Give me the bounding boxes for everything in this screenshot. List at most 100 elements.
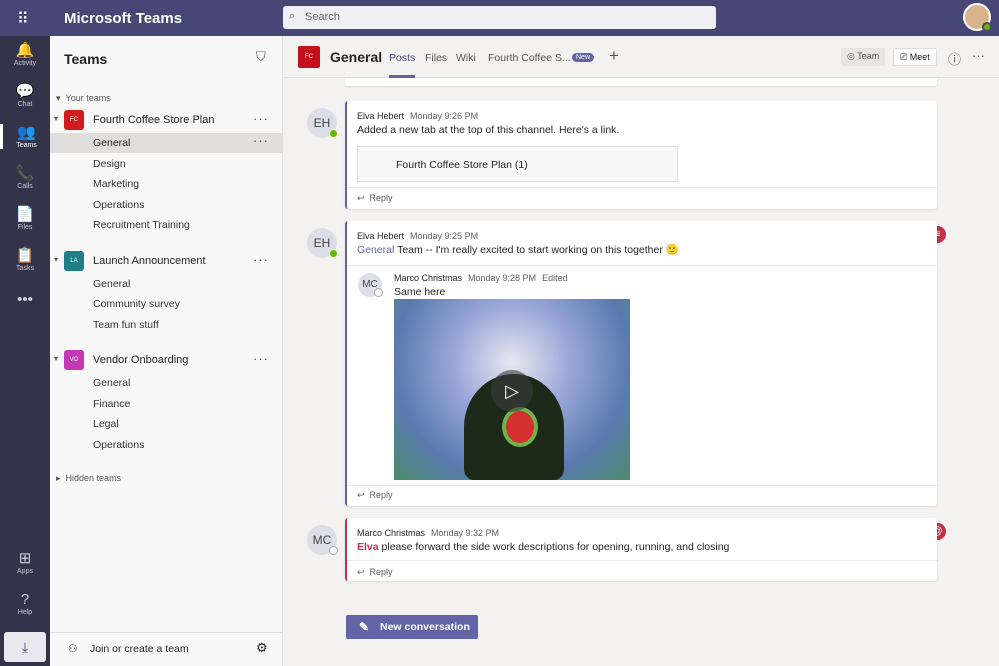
channel-name: Team fun stuff [93, 318, 159, 331]
reply-label: Reply [369, 567, 393, 577]
rail-item-more[interactable]: ••• [0, 291, 50, 309]
rail-item-files[interactable]: 📄 Files [0, 206, 50, 231]
channel-mention[interactable]: General [357, 244, 394, 256]
add-tab-icon[interactable]: + [609, 46, 619, 66]
status-icon [374, 288, 383, 297]
tab-link-card[interactable]: Fourth Coffee Store Plan (1) [357, 146, 678, 182]
channel-item[interactable]: Marketing [50, 174, 283, 194]
team-name: Launch Announcement [93, 254, 206, 267]
chevron-down-icon[interactable]: ▾ [54, 354, 58, 363]
post: Elva Hebert Monday 9:25 PM General Team -… [345, 221, 937, 506]
status-icon [329, 249, 338, 258]
team-avatar: VO [64, 350, 84, 370]
gif-video[interactable]: ▷ [394, 299, 630, 480]
more-options-icon[interactable]: ··· [253, 252, 269, 267]
channel-item[interactable]: Operations [50, 435, 283, 455]
message-text: Elva please forward the side work descri… [357, 541, 729, 553]
channel-name: General [93, 137, 131, 149]
rail-label: Chat [17, 101, 33, 108]
new-conversation-button[interactable]: ✎ New conversation [346, 615, 478, 639]
reply-button[interactable]: ↩ Reply [357, 490, 393, 501]
channel-name: General [93, 377, 131, 389]
chevron-down-icon[interactable]: ▾ [54, 114, 58, 123]
tab-files[interactable]: Files [425, 52, 447, 64]
channel-item[interactable]: Recruitment Training [50, 215, 283, 235]
meet-button[interactable]: ⎚ Meet [893, 48, 937, 66]
channel-item[interactable]: Design [50, 154, 283, 174]
team-item[interactable]: ▾ LA Launch Announcement ··· [50, 250, 283, 274]
more-options-icon[interactable]: ··· [253, 111, 269, 126]
filter-icon[interactable]: ⛉ [256, 49, 266, 65]
channel-item[interactable]: Finance [50, 394, 283, 414]
more-options-icon[interactable]: ··· [972, 48, 985, 63]
tasks-icon: 📋 [15, 247, 35, 264]
divider [347, 485, 937, 486]
more-options-icon[interactable]: ··· [253, 351, 269, 366]
rail-item-calls[interactable]: 📞 Calls [0, 165, 50, 190]
new-badge: New [572, 53, 595, 62]
channel-item[interactable]: General ··· [50, 133, 283, 153]
download-icon[interactable]: ⤓ [4, 632, 46, 662]
channel-item[interactable]: Team fun stuff [50, 315, 283, 335]
message-text: Added a new tab at the top of this chann… [357, 124, 620, 136]
timestamp: Monday 9:25 PM [410, 231, 479, 241]
avatar: EH [307, 108, 338, 138]
channel-item[interactable]: Operations [50, 195, 283, 215]
rail-label: Help [17, 609, 33, 616]
user-mention[interactable]: Elva [357, 541, 379, 553]
status-icon [982, 22, 992, 32]
rail-item-teams[interactable]: 👥 Teams [0, 124, 50, 149]
gear-icon[interactable]: ⚙ [256, 640, 268, 656]
post: Elva Hebert Monday 9:26 PM Added a new ta… [345, 101, 937, 209]
avatar-initials: EH [313, 116, 331, 130]
reply-button[interactable]: ↩ Reply [357, 567, 393, 578]
channel-name: Marketing [93, 178, 140, 190]
tab-fourth-coffee[interactable]: Fourth Coffee S... [488, 52, 571, 64]
play-icon[interactable]: ▷ [491, 370, 533, 412]
your-teams-header[interactable]: ▾ Your teams [56, 93, 111, 104]
channel-title: General [330, 49, 383, 65]
team-item[interactable]: ▾ FC Fourth Coffee Store Plan ··· [50, 109, 283, 133]
avatar-initials: EH [313, 236, 331, 250]
team-item[interactable]: ▾ VO Vendor Onboarding ··· [50, 349, 283, 373]
rail-label: Files [17, 224, 33, 231]
reply-text: Same here [394, 286, 446, 298]
gif-detail [502, 407, 538, 447]
rail-item-apps[interactable]: ⊞ Apps [0, 550, 50, 575]
rail-item-help[interactable]: ? Help [0, 591, 50, 616]
channel-item[interactable]: Community survey [50, 294, 283, 314]
chevron-down-icon[interactable]: ▾ [54, 255, 58, 264]
search-input[interactable]: ⌕ Search [283, 6, 716, 29]
team-button[interactable]: ◎ Team [841, 48, 886, 66]
hidden-teams-header[interactable]: ▸ Hidden teams [56, 473, 121, 484]
channel-name: Finance [93, 397, 131, 410]
avatar[interactable] [963, 3, 992, 32]
app-bar: 🔔 Activity 💬 Chat 👥 Teams 📞 Calls 📄 Files 📋 Tasks ••… [0, 36, 50, 666]
avatar: MC [307, 525, 338, 555]
compose-icon: ✎ [359, 620, 370, 634]
more-options-icon[interactable]: ··· [253, 133, 269, 148]
your-teams-label: Your teams [65, 93, 111, 103]
info-icon[interactable]: ⓘ [948, 49, 961, 68]
reply-button[interactable]: ↩ Reply [357, 193, 393, 204]
join-create-team[interactable]: ⚇ Join or create a team ⚙ [50, 632, 283, 666]
divider [347, 187, 937, 188]
app-title: Microsoft Teams [64, 10, 183, 27]
hidden-teams-label: Hidden teams [65, 473, 122, 483]
channel-item[interactable]: General [50, 373, 283, 393]
tab-posts[interactable]: Posts [389, 52, 416, 78]
rail-item-activity[interactable]: 🔔 Activity [0, 42, 50, 67]
app-launcher-icon[interactable]: ⠿ [17, 9, 29, 29]
bell-icon: 🔔 [15, 42, 35, 59]
search-placeholder: Search [305, 11, 340, 23]
sidebar-title: Teams [64, 51, 108, 67]
status-icon [329, 546, 338, 555]
rail-item-chat[interactable]: 💬 Chat [0, 83, 50, 108]
help-icon: ? [20, 591, 30, 608]
channel-item[interactable]: General [50, 274, 283, 294]
tab-wiki[interactable]: Wiki [456, 52, 476, 64]
rail-item-tasks[interactable]: 📋 Tasks [0, 247, 50, 272]
channel-item[interactable]: Legal [50, 414, 283, 434]
join-label: Join or create a team [90, 643, 189, 655]
team-name: Vendor Onboarding [93, 354, 189, 366]
